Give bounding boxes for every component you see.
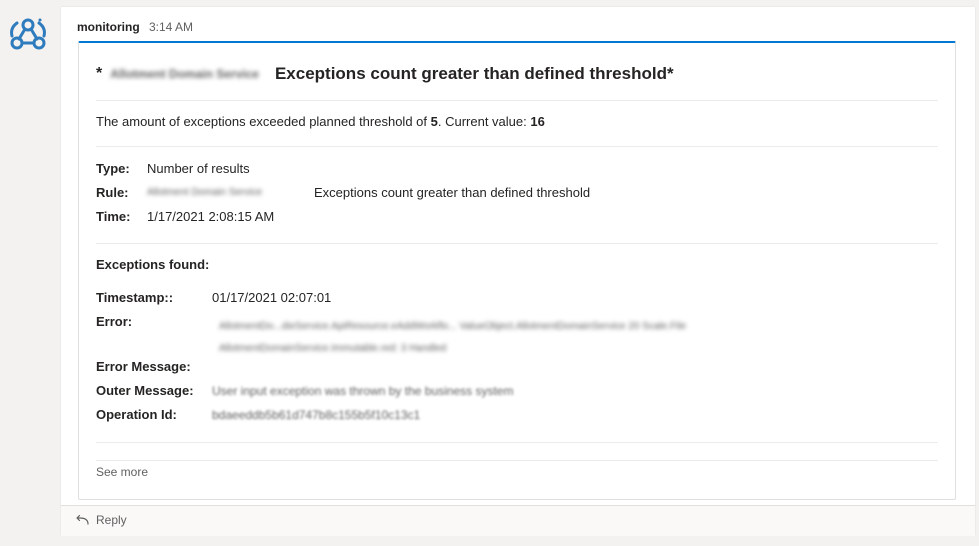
- summary-text: The amount of exceptions exceeded planne…: [96, 113, 545, 131]
- message-header: monitoring 3:14 AM: [77, 19, 193, 35]
- outer-message-label: Outer Message:: [96, 383, 194, 398]
- reply-button[interactable]: Reply: [75, 513, 127, 527]
- reply-arrow-icon: [76, 515, 89, 525]
- detail-time: Time: 1/17/2021 2:08:15 AM: [96, 208, 274, 226]
- summary-prefix: The amount of exceptions exceeded planne…: [96, 114, 431, 129]
- divider: [96, 243, 938, 244]
- redacted-rule-service: Allotment Domain Service: [147, 187, 263, 198]
- exception-operation-id: Operation Id: bdaeeddb5b61d747b8c155b5f1…: [96, 406, 420, 424]
- reply-bar: Reply: [61, 505, 975, 536]
- operation-id-label: Operation Id:: [96, 407, 177, 422]
- card-title: * Allotment Domain Service Exceptions co…: [96, 63, 674, 85]
- adaptive-card: * Allotment Domain Service Exceptions co…: [78, 41, 956, 500]
- timestamp-label: Timestamp::: [96, 290, 174, 305]
- redacted-error-line-1: AllotmentDo...dieService.ApiResource.eAd…: [219, 321, 687, 332]
- type-label: Type:: [96, 161, 130, 176]
- error-message-label: Error Message:: [96, 359, 191, 374]
- sender-name[interactable]: monitoring: [77, 20, 140, 34]
- error-label: Error:: [96, 314, 133, 329]
- divider: [96, 460, 938, 461]
- exception-timestamp: Timestamp:: 01/17/2021 02:07:01: [96, 289, 331, 307]
- timestamp-value: 01/17/2021 02:07:01: [212, 290, 332, 305]
- divider: [96, 146, 938, 147]
- see-more-link[interactable]: See more: [96, 465, 148, 479]
- card-title-text: Exceptions count greater than defined th…: [274, 64, 674, 83]
- divider: [96, 442, 938, 443]
- message-time: 3:14 AM: [149, 20, 194, 34]
- type-value: Number of results: [147, 161, 250, 176]
- exception-outer-message: Outer Message: User input exception was …: [96, 382, 513, 400]
- current-value: 16: [530, 114, 545, 129]
- rule-label: Rule:: [96, 185, 129, 200]
- time-value: 1/17/2021 2:08:15 AM: [147, 209, 275, 224]
- exceptions-heading: Exceptions found:: [96, 257, 210, 272]
- message: monitoring 3:14 AM * Allotment Domain Se…: [61, 7, 975, 535]
- redacted-service-name: Allotment Domain Service: [110, 67, 259, 81]
- threshold-value: 5: [430, 114, 438, 129]
- exception-error-message: Error Message:: [96, 358, 191, 376]
- detail-rule: Rule: Allotment Domain Service Exception…: [96, 184, 590, 202]
- operation-id-value: bdaeeddb5b61d747b8c155b5f10c13c1: [212, 408, 421, 422]
- avatar[interactable]: [8, 14, 48, 54]
- summary-middle: . Current value:: [437, 114, 531, 129]
- exception-error: Error: AllotmentDo...dieService.ApiResou…: [96, 313, 844, 358]
- webhook-icon: [10, 18, 46, 50]
- divider: [96, 100, 938, 101]
- time-label: Time:: [96, 209, 131, 224]
- redacted-error-line-2: AllotmentDomainService.Immutable.red: 3 …: [219, 343, 447, 354]
- outer-message-value: User input exception was thrown by the b…: [212, 384, 514, 398]
- title-prefix: *: [96, 65, 103, 82]
- rule-value: Exceptions count greater than defined th…: [314, 185, 591, 200]
- reply-label: Reply: [96, 513, 127, 527]
- error-value: AllotmentDo...dieService.ApiResource.eAd…: [219, 318, 844, 358]
- detail-type: Type: Number of results: [96, 160, 250, 178]
